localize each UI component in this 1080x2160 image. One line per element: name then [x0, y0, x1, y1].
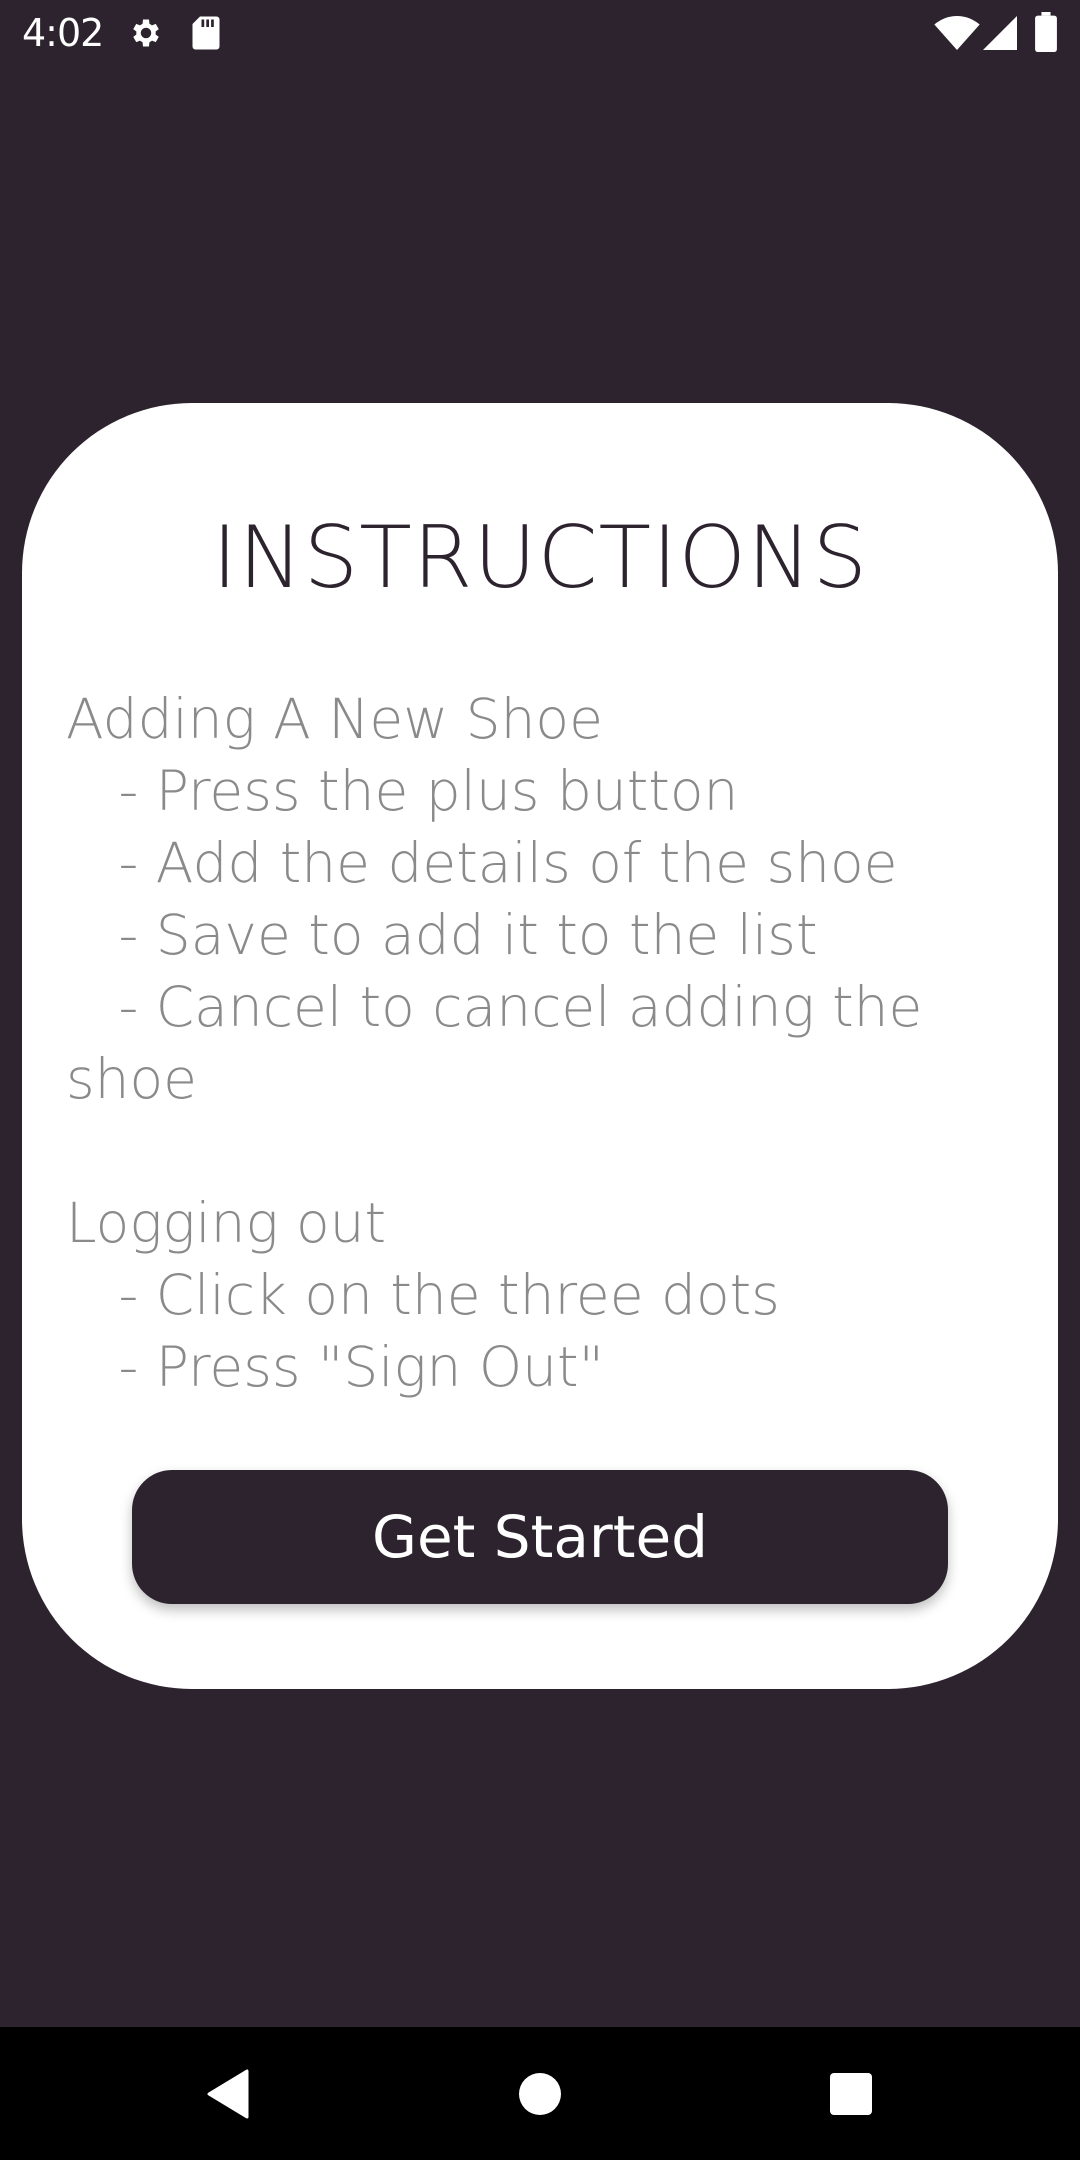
get-started-button[interactable]: Get Started: [132, 1470, 948, 1604]
back-icon: [207, 2069, 249, 2118]
home-button[interactable]: [480, 2027, 600, 2160]
cell-signal-icon: [982, 16, 1018, 54]
sd-card-icon: [190, 15, 222, 55]
status-time: 4:02: [22, 11, 104, 55]
status-bar: 4:02: [0, 0, 1080, 66]
recents-button[interactable]: [791, 2027, 911, 2160]
home-icon: [519, 2072, 561, 2115]
back-button[interactable]: [168, 2027, 288, 2160]
page-title: INSTRUCTIONS: [211, 508, 869, 608]
navigation-bar: [0, 2027, 1080, 2160]
instructions-text: Adding A New Shoe - Press the plus butto…: [66, 687, 923, 1399]
wifi-icon: [934, 16, 980, 54]
instructions-card: INSTRUCTIONS Adding A New Shoe - Press t…: [22, 403, 1058, 1689]
battery-icon: [1034, 12, 1058, 56]
gear-icon: [128, 15, 164, 55]
recents-icon: [830, 2072, 872, 2115]
